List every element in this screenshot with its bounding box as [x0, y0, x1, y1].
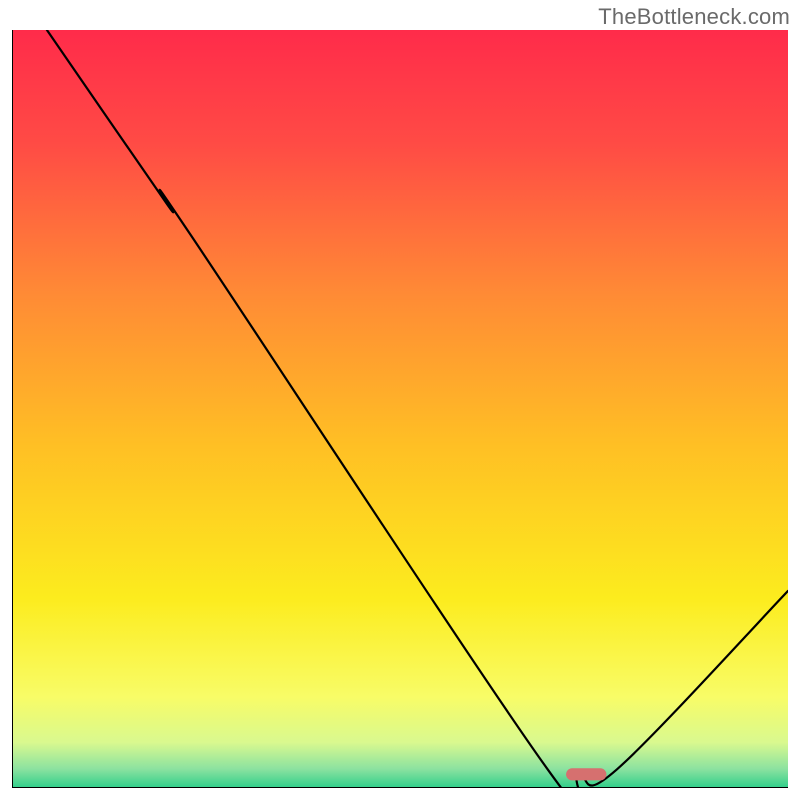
bottleneck-chart	[12, 30, 788, 788]
optimal-marker	[566, 768, 606, 780]
watermark-text: TheBottleneck.com	[598, 4, 790, 30]
chart-container	[12, 30, 788, 788]
gradient-background	[12, 30, 788, 788]
